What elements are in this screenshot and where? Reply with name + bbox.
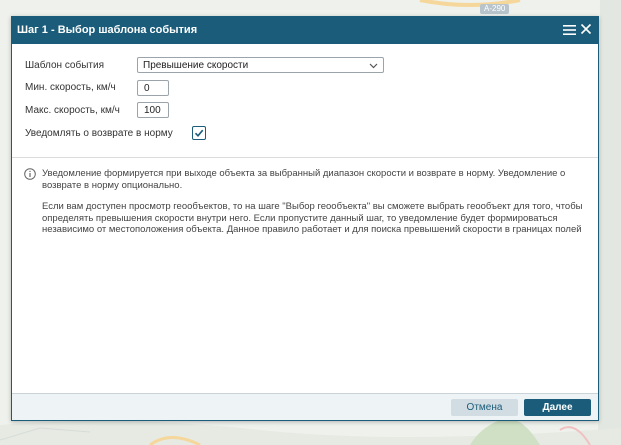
hamburger-icon[interactable] [563, 24, 576, 36]
notify-return-label: Уведомлять о возврате в норму [25, 128, 173, 139]
event-template-dialog: Шаг 1 - Выбор шаблона события Шаблон соб… [11, 16, 599, 421]
next-button[interactable]: Далее [524, 399, 591, 416]
close-icon[interactable] [580, 23, 592, 35]
template-label: Шаблон события [25, 60, 104, 71]
section-divider [12, 157, 598, 158]
info-paragraph-1: Уведомление формируется при выходе объек… [42, 168, 566, 191]
template-select-value: Превышение скорости [143, 60, 249, 71]
min-speed-label: Мин. скорость, км/ч [25, 82, 116, 93]
cancel-button[interactable]: Отмена [451, 399, 518, 416]
template-select[interactable]: Превышение скорости [137, 57, 384, 73]
info-icon [24, 168, 36, 180]
dialog-titlebar: Шаг 1 - Выбор шаблона события [12, 17, 598, 44]
dialog-footer: Отмена Далее [12, 393, 598, 420]
road-badge: А-290 [480, 4, 510, 14]
checkmark-icon [194, 129, 204, 137]
notify-return-checkbox[interactable] [192, 126, 206, 140]
dialog-content: Шаблон события Превышение скорости Мин. … [12, 44, 598, 394]
info-paragraph-2: Если вам доступен просмотр геообъектов, … [42, 201, 583, 235]
max-speed-input[interactable] [137, 102, 169, 118]
chevron-down-icon [369, 63, 378, 69]
min-speed-input[interactable] [137, 80, 169, 96]
dialog-title: Шаг 1 - Выбор шаблона события [17, 24, 198, 36]
max-speed-label: Макс. скорость, км/ч [25, 105, 120, 116]
